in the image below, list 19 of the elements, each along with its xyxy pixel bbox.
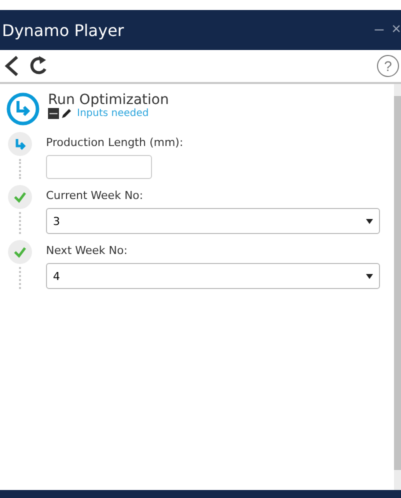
input-label: Current Week No: xyxy=(46,189,144,202)
script-name: Run Optimization xyxy=(48,92,169,108)
caret-icon xyxy=(366,218,373,224)
caret-icon xyxy=(366,274,373,278)
scrollbar[interactable] xyxy=(394,84,401,490)
dropdown[interactable]: 4 xyxy=(46,263,380,289)
close-button[interactable]: × xyxy=(388,21,401,39)
input-label: Next Week No: xyxy=(46,244,128,257)
help-button[interactable]: ? xyxy=(377,55,399,77)
input-field[interactable] xyxy=(46,155,152,179)
window-title: Dynamo Player xyxy=(2,20,124,40)
input-label: Production Length (mm): xyxy=(46,136,184,149)
pencil-icon xyxy=(61,108,72,119)
minimize-button[interactable]: – xyxy=(370,21,388,39)
script-icon xyxy=(6,92,40,126)
status-text: Inputs needed xyxy=(77,108,149,119)
dropdown[interactable]: 3 xyxy=(46,208,380,234)
computer-icon xyxy=(48,108,59,119)
back-icon[interactable] xyxy=(4,55,20,77)
